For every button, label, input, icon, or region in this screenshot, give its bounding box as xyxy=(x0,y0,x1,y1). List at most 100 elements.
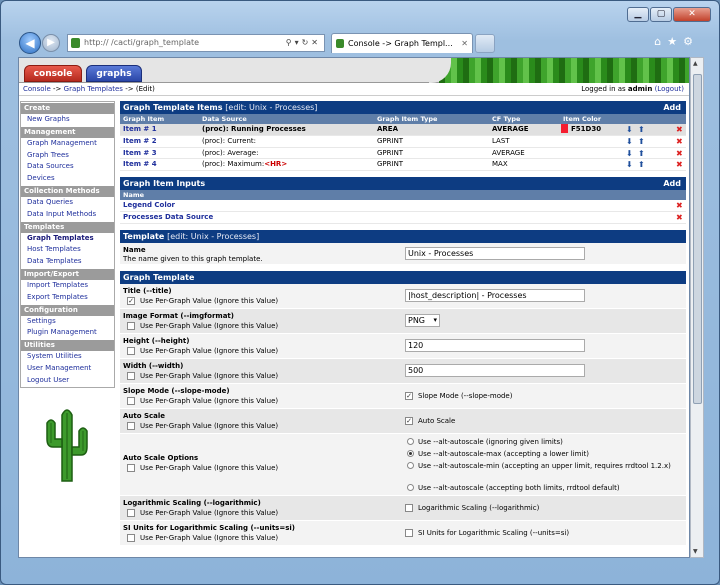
logout-link[interactable]: (Logout) xyxy=(655,85,684,93)
vertical-scrollbar[interactable]: ▲ ▼ xyxy=(690,57,704,558)
sidebar-item-export-templates[interactable]: Export Templates xyxy=(21,292,114,304)
delete-icon[interactable]: ✖ xyxy=(676,212,683,224)
sidebar-item-data-sources[interactable]: Data Sources xyxy=(21,161,114,174)
per-graph-checkbox[interactable] xyxy=(127,422,135,431)
per-graph-checkbox[interactable] xyxy=(127,347,135,356)
sidebar-item-system-utilities[interactable]: System Utilities xyxy=(21,351,114,363)
per-graph-checkbox[interactable] xyxy=(127,322,135,331)
move-up-icon[interactable]: ⬆ xyxy=(638,124,645,136)
sidebar-item-graph-templates[interactable]: Graph Templates xyxy=(21,233,114,245)
sidebar-item-new-graphs[interactable]: New Graphs xyxy=(21,114,114,126)
aso-option[interactable]: Use --alt-autoscale (ignoring given limi… xyxy=(407,437,677,447)
back-button[interactable]: ◀ xyxy=(19,32,41,54)
input-link[interactable]: Legend Color xyxy=(123,200,175,212)
imgformat-select[interactable]: PNG xyxy=(405,313,440,327)
add-item-button[interactable]: Add xyxy=(663,101,681,114)
table-row[interactable]: Item # 2 (proc): Current: GPRINT LAST ⬇ … xyxy=(120,136,686,148)
minimize-button[interactable]: ▁ xyxy=(627,7,649,22)
breadcrumb-console[interactable]: Console xyxy=(23,85,51,93)
add-input-button[interactable]: Add xyxy=(663,177,681,190)
item-data-source: (proc): Average: xyxy=(202,148,259,157)
sidebar-item-data-templates[interactable]: Data Templates xyxy=(21,256,114,268)
tab-title: Console -> Graph Templ... xyxy=(348,39,453,48)
delete-icon[interactable]: ✖ xyxy=(676,124,683,136)
move-up-icon[interactable]: ⬆ xyxy=(638,136,645,148)
favorites-star-icon[interactable]: ★ xyxy=(667,35,683,48)
template-name-input[interactable]: Unix - Processes xyxy=(405,246,585,260)
per-graph-label: Use Per-Graph Value (Ignore this Value) xyxy=(140,463,279,472)
radio-icon[interactable] xyxy=(407,437,414,445)
per-graph-label: Use Per-Graph Value (Ignore this Value) xyxy=(140,508,279,517)
scroll-up-icon[interactable]: ▲ xyxy=(693,60,698,67)
scrollbar-thumb[interactable] xyxy=(693,74,702,404)
delete-icon[interactable]: ✖ xyxy=(676,148,683,160)
move-down-icon[interactable]: ⬇ xyxy=(626,159,633,171)
aso-option[interactable]: Use --alt-autoscale-min (accepting an up… xyxy=(407,461,677,471)
maximize-button[interactable]: ▢ xyxy=(650,7,672,22)
sidebar-item-data-input[interactable]: Data Input Methods xyxy=(21,209,114,221)
title-input[interactable]: |host_description| - Processes xyxy=(405,288,585,302)
sidebar-item-user-management[interactable]: User Management xyxy=(21,363,114,375)
table-row[interactable]: Item # 1 (proc): Running Processes AREA … xyxy=(120,124,686,136)
sidebar-item-devices[interactable]: Devices xyxy=(21,173,114,185)
forward-button[interactable]: ▶ xyxy=(42,34,60,52)
new-tab-button[interactable] xyxy=(475,34,495,53)
table-row[interactable]: Item # 4 (proc): Maximum:<HR> GPRINT MAX… xyxy=(120,159,686,172)
radio-icon[interactable] xyxy=(407,461,414,469)
sidebar-item-graph-trees[interactable]: Graph Trees xyxy=(21,150,114,162)
sidebar-item-settings[interactable]: Settings xyxy=(21,316,114,328)
sidebar-item-plugin-management[interactable]: Plugin Management xyxy=(21,327,114,340)
close-window-button[interactable]: ✕ xyxy=(673,7,711,22)
sidebar-item-logout-user[interactable]: Logout User xyxy=(21,375,114,387)
gear-icon[interactable]: ⚙ xyxy=(683,35,699,48)
home-icon[interactable]: ⌂ xyxy=(654,35,667,48)
move-up-icon[interactable]: ⬆ xyxy=(638,148,645,160)
sidebar-item-graph-management[interactable]: Graph Management xyxy=(21,138,114,150)
aso-option[interactable]: Use --alt-autoscale (accepting both limi… xyxy=(407,483,677,493)
width-input[interactable]: 500 xyxy=(405,363,585,377)
browser-tab[interactable]: Console -> Graph Templ... ✕ xyxy=(331,33,473,53)
si-checkbox[interactable] xyxy=(405,528,413,537)
move-down-icon[interactable]: ⬇ xyxy=(626,148,633,160)
delete-icon[interactable]: ✖ xyxy=(676,159,683,171)
item-link[interactable]: Item # 4 xyxy=(123,159,157,171)
list-item[interactable]: Legend Color ✖ xyxy=(120,200,686,212)
tab-graphs[interactable]: graphs xyxy=(86,65,142,82)
breadcrumb-graph-templates[interactable]: Graph Templates xyxy=(64,85,123,93)
per-graph-checkbox[interactable] xyxy=(127,372,135,381)
item-link[interactable]: Item # 2 xyxy=(123,136,157,148)
input-link[interactable]: Processes Data Source xyxy=(123,212,213,224)
item-link[interactable]: Item # 1 xyxy=(123,124,157,136)
per-graph-checkbox[interactable] xyxy=(127,397,135,406)
autoscale-checkbox[interactable]: ✓ xyxy=(405,416,413,425)
address-controls-icon[interactable]: ⚲▾↻✕ xyxy=(286,35,321,51)
delete-icon[interactable]: ✖ xyxy=(676,200,683,212)
scroll-down-icon[interactable]: ▼ xyxy=(693,548,698,555)
aso-option[interactable]: Use --alt-autoscale-max (accepting a low… xyxy=(407,449,677,459)
table-row[interactable]: Item # 3 (proc): Average: GPRINT AVERAGE… xyxy=(120,148,686,160)
height-row: Height (--height) Use Per-Graph Value (I… xyxy=(120,333,686,359)
sidebar-item-data-queries[interactable]: Data Queries xyxy=(21,197,114,209)
per-graph-checkbox[interactable] xyxy=(127,464,135,473)
tab-console[interactable]: console xyxy=(24,65,82,82)
list-item[interactable]: Processes Data Source ✖ xyxy=(120,212,686,224)
sidebar-item-import-templates[interactable]: Import Templates xyxy=(21,280,114,292)
delete-icon[interactable]: ✖ xyxy=(676,136,683,148)
per-graph-checkbox[interactable] xyxy=(127,509,135,518)
height-input[interactable]: 120 xyxy=(405,338,585,352)
move-down-icon[interactable]: ⬇ xyxy=(626,136,633,148)
radio-icon[interactable] xyxy=(407,483,414,491)
move-up-icon[interactable]: ⬆ xyxy=(638,159,645,171)
slope-mode-checkbox[interactable]: ✓ xyxy=(405,391,413,400)
log-checkbox[interactable] xyxy=(405,503,413,512)
tab-close-icon[interactable]: ✕ xyxy=(461,34,468,53)
move-down-icon[interactable]: ⬇ xyxy=(626,124,633,136)
radio-selected-icon[interactable] xyxy=(407,449,414,457)
address-bar[interactable]: http:// /cacti/graph_template ⚲▾↻✕ xyxy=(67,34,325,52)
sidebar-item-host-templates[interactable]: Host Templates xyxy=(21,244,114,257)
breadcrumb-edit: (Edit) xyxy=(135,85,155,93)
per-graph-checkbox[interactable] xyxy=(127,534,135,543)
width-row: Width (--width) Use Per-Graph Value (Ign… xyxy=(120,358,686,384)
per-graph-checkbox[interactable]: ✓ xyxy=(127,297,135,306)
item-link[interactable]: Item # 3 xyxy=(123,148,157,160)
